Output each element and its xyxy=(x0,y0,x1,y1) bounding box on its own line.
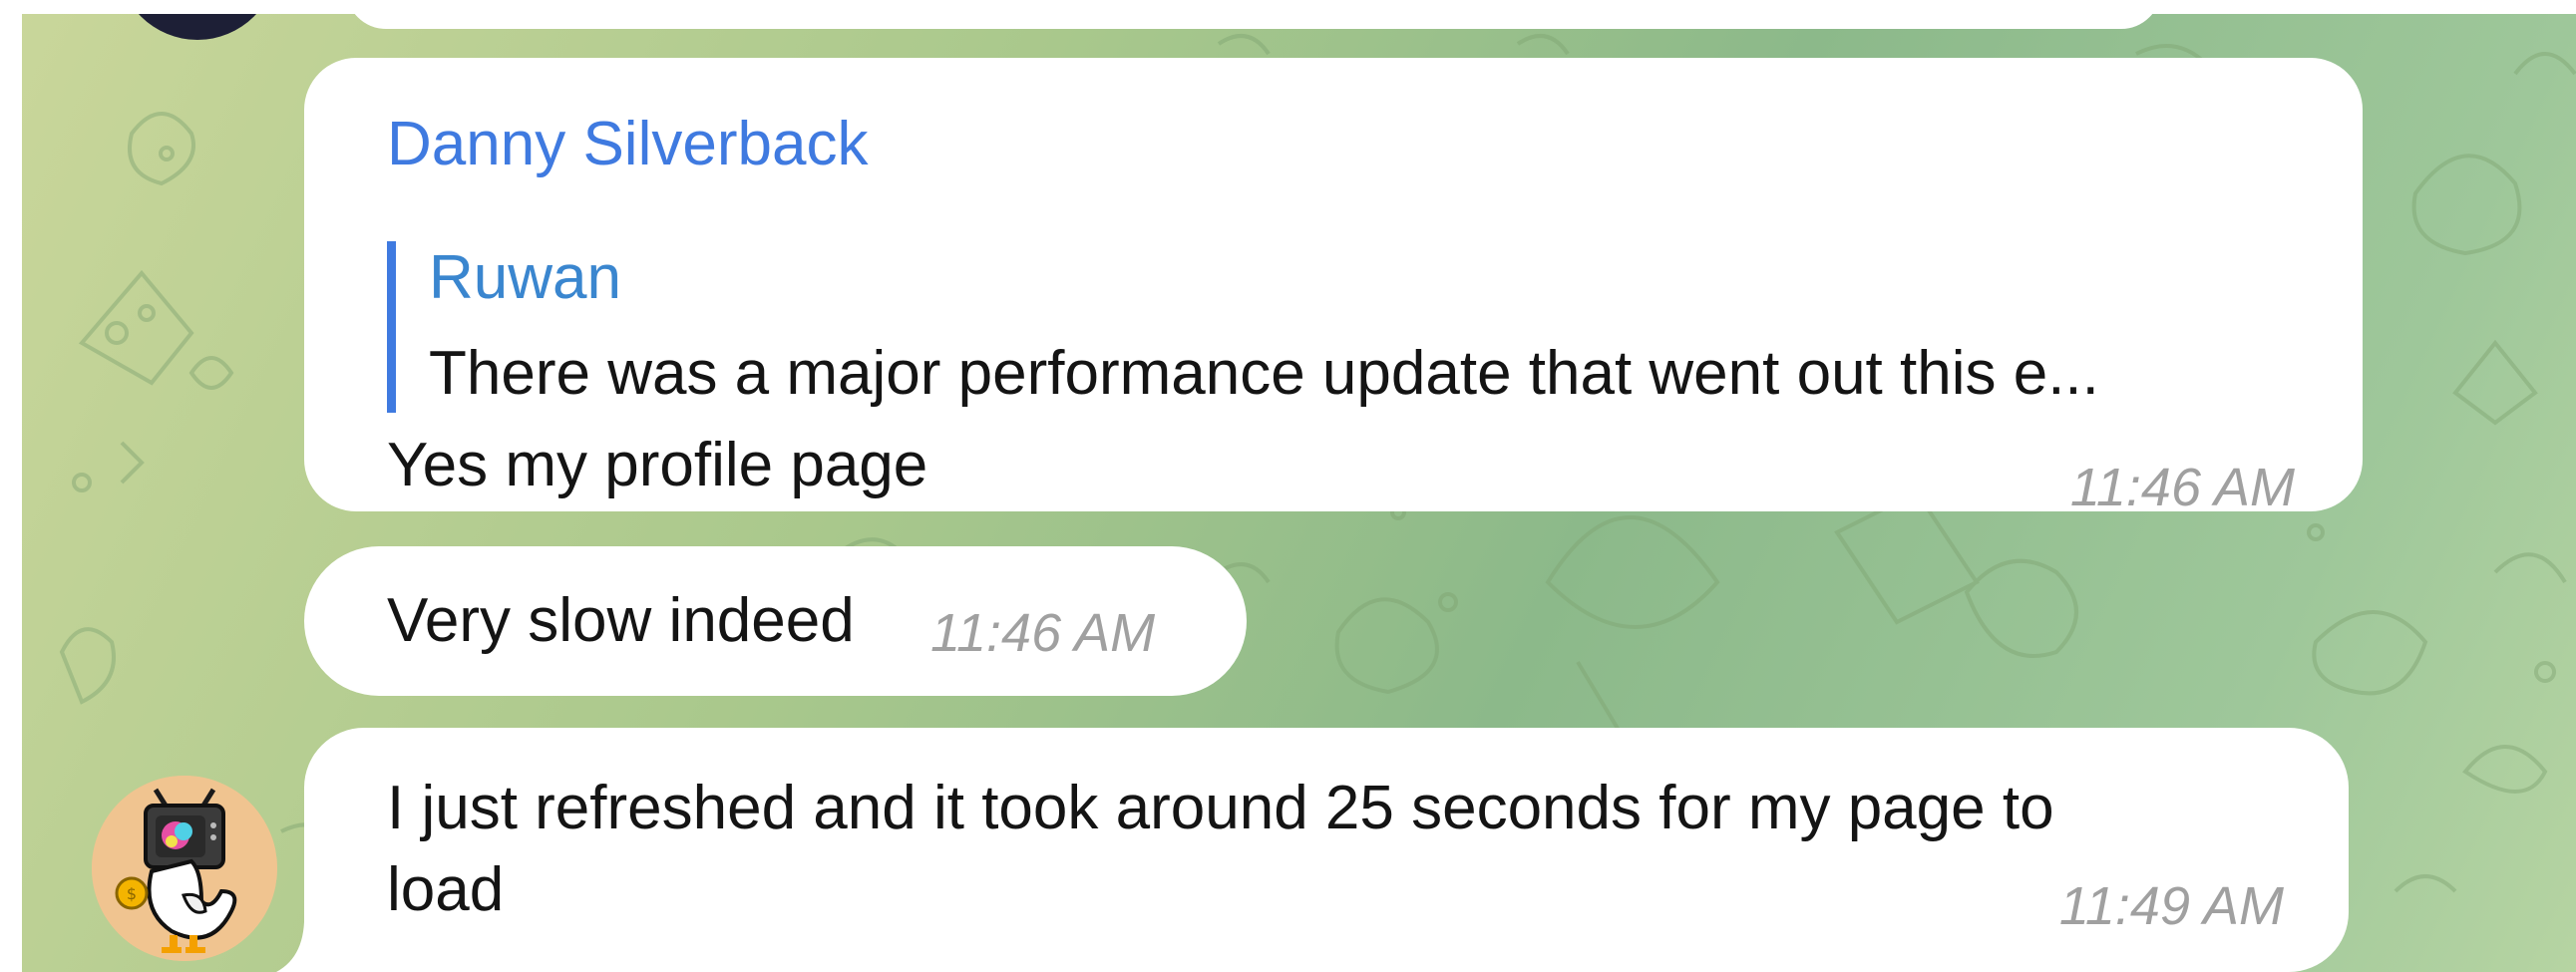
message-text: Very slow indeed xyxy=(387,586,855,655)
message-text-line-2: load xyxy=(387,855,505,924)
message-bubble-partial xyxy=(346,14,2161,29)
message-bubble[interactable]: Danny Silverback Ruwan There was a major… xyxy=(304,58,2363,517)
message-bubble[interactable]: I just refreshed and it took around 25 s… xyxy=(304,728,2349,972)
sender-name[interactable]: Danny Silverback xyxy=(387,114,868,175)
bubble-tail xyxy=(276,911,316,972)
tv-head-duck-avatar-icon[interactable]: $ xyxy=(92,776,277,961)
reply-snippet: There was a major performance update tha… xyxy=(429,339,2099,408)
message-text: Yes my profile page xyxy=(387,431,928,499)
message-bubble[interactable]: Very slow indeed 11:46 AM xyxy=(304,546,1247,696)
user-avatar-top[interactable] xyxy=(118,14,277,40)
message-time: 11:46 AM xyxy=(2069,458,2295,517)
svg-text:$: $ xyxy=(127,884,137,903)
message-text-line-1: I just refreshed and it took around 25 s… xyxy=(387,774,2054,842)
reply-quote[interactable]: Ruwan There was a major performance upda… xyxy=(387,241,2282,413)
message-time: 11:46 AM xyxy=(930,603,1156,663)
reply-sender-name: Ruwan xyxy=(429,243,621,312)
message-time: 11:49 AM xyxy=(2058,876,2284,936)
chat-background: Danny Silverback Ruwan There was a major… xyxy=(22,14,2576,972)
